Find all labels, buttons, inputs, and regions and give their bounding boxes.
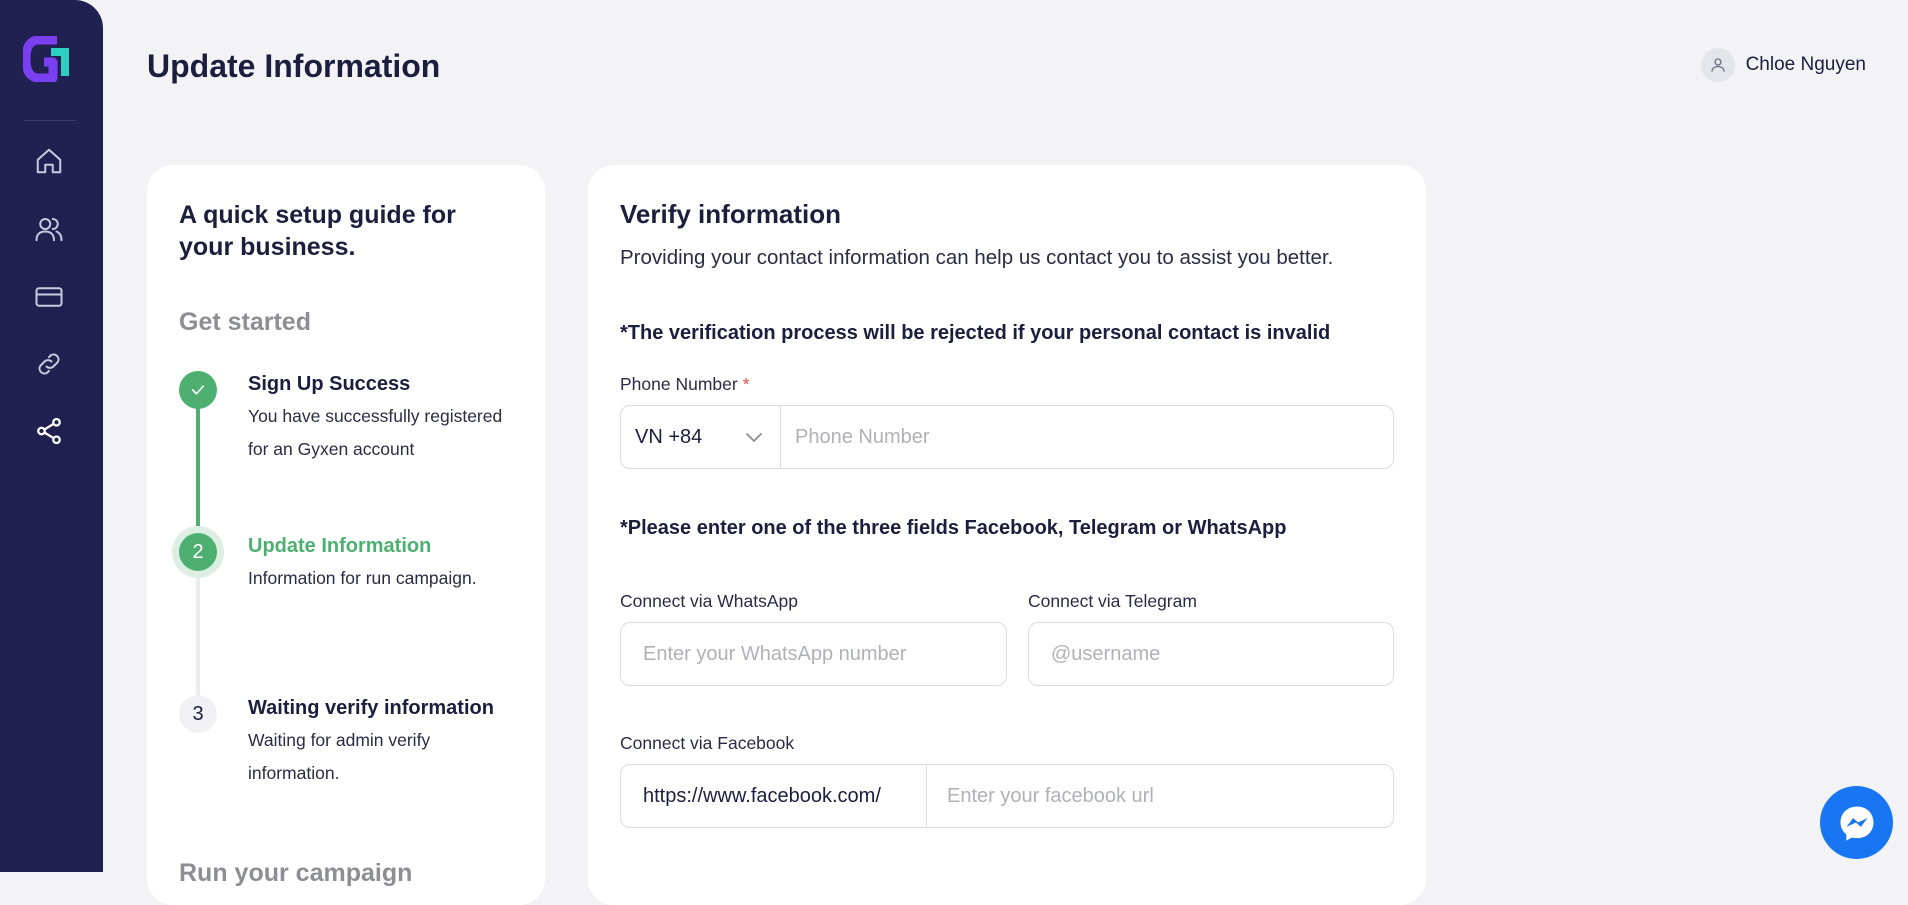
users-icon[interactable] <box>34 214 64 244</box>
messenger-chat-button[interactable] <box>1820 786 1893 859</box>
required-mark: * <box>742 374 750 394</box>
whatsapp-label: Connect via WhatsApp <box>620 591 799 611</box>
verify-information-card: Verify information Providing your contac… <box>588 165 1426 905</box>
country-code-value: VN +84 <box>635 425 703 448</box>
user-icon <box>1700 48 1735 82</box>
telegram-label: Connect via Telegram <box>1028 591 1197 611</box>
facebook-label: Connect via Facebook <box>620 733 795 753</box>
telegram-input[interactable] <box>1029 623 1393 685</box>
share-icon[interactable] <box>34 416 64 446</box>
gyxen-logo[interactable] <box>21 35 73 83</box>
verify-subtitle: Providing your contact information can h… <box>620 246 1334 269</box>
contact-warning: *The verification process will be reject… <box>620 322 1331 344</box>
telegram-field <box>1028 622 1394 686</box>
user-name: Chloe Nguyen <box>1745 54 1866 75</box>
step-2-title: Update Information <box>248 535 432 557</box>
step-2-marker: 2 <box>179 533 217 571</box>
phone-number-group: VN +84 <box>620 405 1394 469</box>
chevron-down-icon <box>746 433 762 443</box>
sidebar <box>0 0 103 872</box>
step-3-description: Waiting for admin verify information. <box>248 730 431 783</box>
user-menu[interactable]: Chloe Nguyen <box>1700 48 1866 82</box>
whatsapp-field <box>620 622 1007 686</box>
facebook-input[interactable] <box>927 765 1393 827</box>
page-title: Update Information <box>147 48 441 84</box>
facebook-url-prefix: https://www.facebook.com/ <box>621 765 927 827</box>
step-3-marker: 3 <box>179 695 217 733</box>
step-2-description: Information for run campaign. <box>248 568 477 588</box>
whatsapp-input[interactable] <box>621 623 1006 685</box>
facebook-field: https://www.facebook.com/ <box>620 764 1394 828</box>
messenger-icon <box>1840 806 1873 841</box>
setup-guide-card: A quick setup guide for your business. G… <box>147 165 545 905</box>
get-started-heading: Get started <box>179 308 311 336</box>
link-icon[interactable] <box>34 349 64 379</box>
guide-title: A quick setup guide for your business. <box>179 201 456 261</box>
check-icon <box>179 371 217 409</box>
sidebar-divider <box>24 120 76 121</box>
phone-number-input[interactable] <box>781 406 1393 468</box>
step-3-title: Waiting verify information <box>248 697 494 719</box>
home-icon[interactable] <box>34 146 64 176</box>
credit-card-icon[interactable] <box>34 282 64 312</box>
phone-number-label: Phone Number * <box>620 374 750 394</box>
run-campaign-heading: Run your campaign <box>179 859 413 887</box>
verify-title: Verify information <box>620 199 842 229</box>
country-code-select[interactable]: VN +84 <box>621 406 781 468</box>
social-warning: *Please enter one of the three fields Fa… <box>620 517 1287 539</box>
step-1-description: You have successfully registered for an … <box>248 406 503 459</box>
step-1-title: Sign Up Success <box>248 373 411 395</box>
